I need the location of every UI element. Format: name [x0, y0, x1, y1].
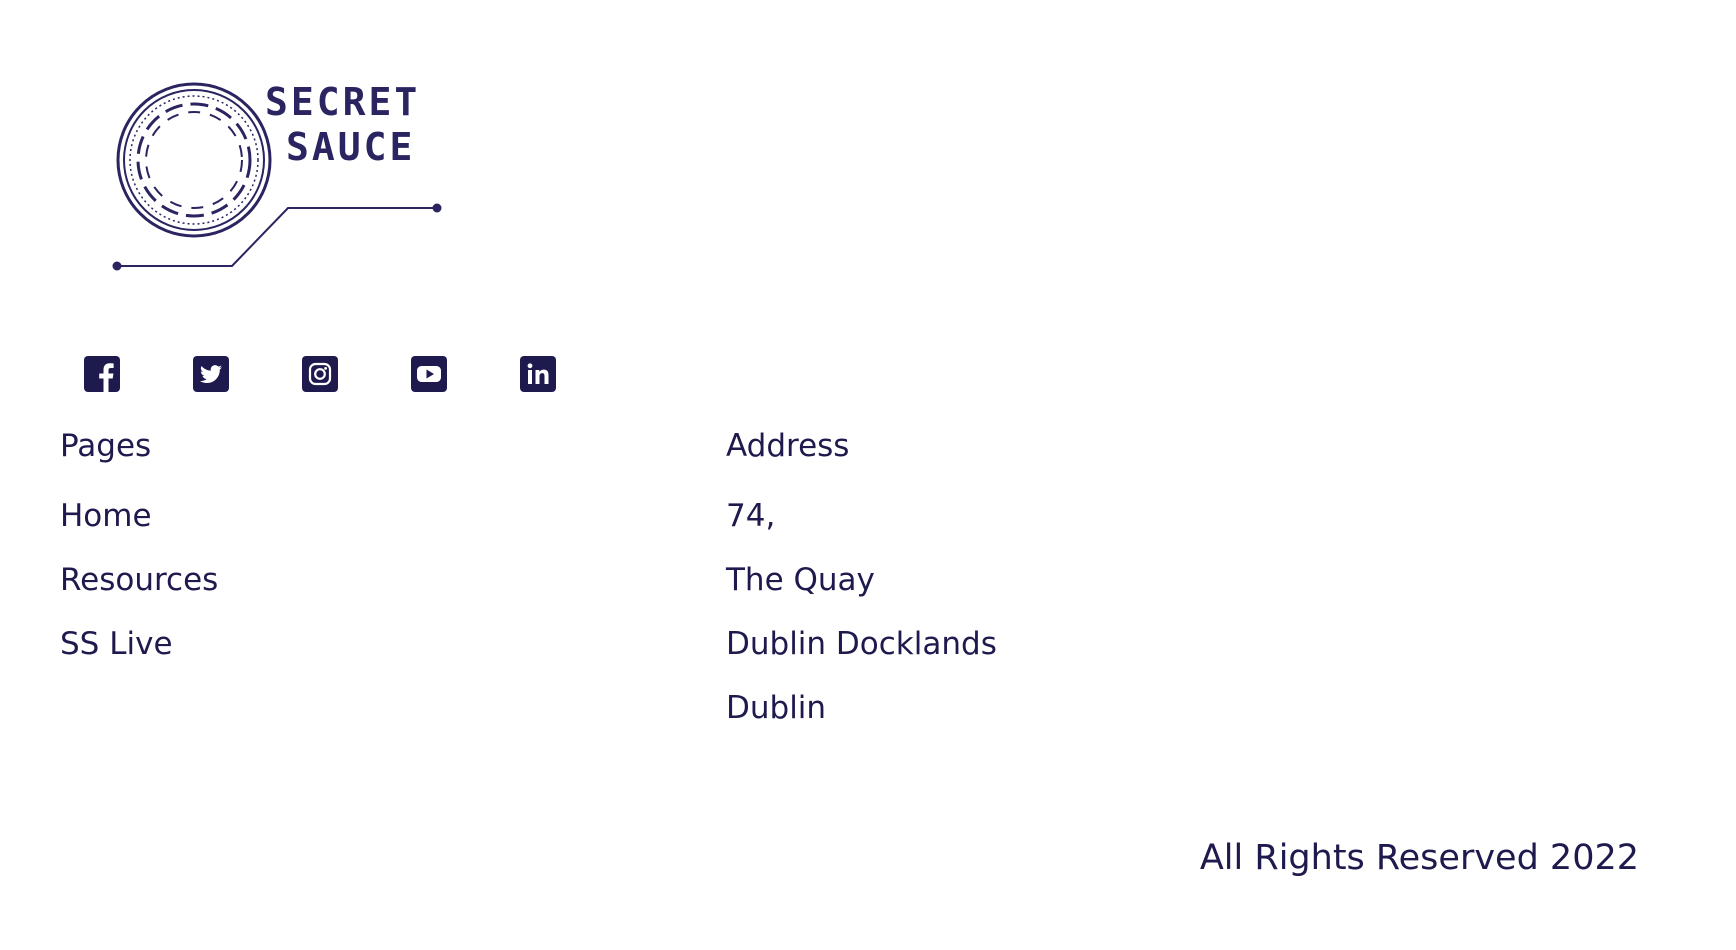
facebook-icon[interactable]: [84, 356, 120, 392]
address-line-number: 74,: [726, 498, 776, 534]
logo-graphic: SECRET SAUCE: [112, 80, 442, 271]
secret-sauce-logo[interactable]: SECRET SAUCE: [112, 76, 452, 276]
linkedin-icon[interactable]: [520, 356, 556, 392]
footer-page: SECRET SAUCE Pages Home Resources SS Liv…: [0, 0, 1736, 950]
address-line-area: Dublin Docklands: [726, 626, 997, 662]
address-heading: Address: [726, 428, 850, 464]
twitter-icon[interactable]: [193, 356, 229, 392]
instagram-icon[interactable]: [302, 356, 338, 392]
nav-link-ss-live[interactable]: SS Live: [60, 612, 218, 676]
logo-text-secret: SECRET: [265, 80, 420, 124]
address-line-city: Dublin: [726, 690, 827, 726]
address-column: Address 74, The Quay Dublin Docklands Du…: [726, 420, 997, 740]
copyright-text: All Rights Reserved 2022: [1199, 838, 1639, 878]
nav-link-resources[interactable]: Resources: [60, 548, 218, 612]
logo-text-sauce: SAUCE: [286, 125, 415, 169]
pages-heading: Pages: [60, 428, 152, 464]
youtube-icon[interactable]: [411, 356, 447, 392]
nav-link-home[interactable]: Home: [60, 484, 218, 548]
social-links: [84, 356, 629, 392]
pages-column: Pages Home Resources SS Live: [60, 420, 218, 676]
address-line-street: The Quay: [726, 562, 875, 598]
